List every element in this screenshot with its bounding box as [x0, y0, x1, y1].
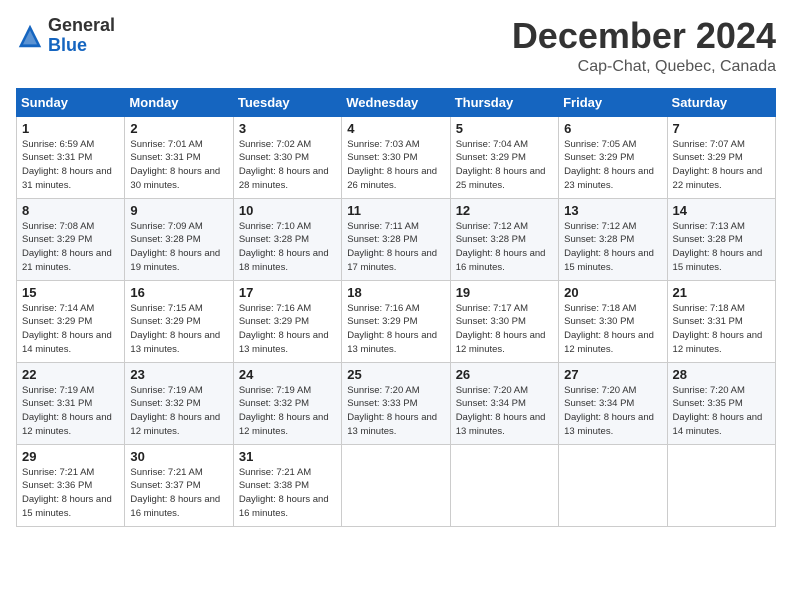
table-row: 16 Sunrise: 7:15 AM Sunset: 3:29 PM Dayl…	[125, 280, 233, 362]
table-row: 24 Sunrise: 7:19 AM Sunset: 3:32 PM Dayl…	[233, 362, 341, 444]
table-row: 3 Sunrise: 7:02 AM Sunset: 3:30 PM Dayli…	[233, 116, 341, 198]
table-row: 22 Sunrise: 7:19 AM Sunset: 3:31 PM Dayl…	[17, 362, 125, 444]
table-row: 11 Sunrise: 7:11 AM Sunset: 3:28 PM Dayl…	[342, 198, 450, 280]
col-tuesday: Tuesday	[233, 88, 341, 116]
table-row: 5 Sunrise: 7:04 AM Sunset: 3:29 PM Dayli…	[450, 116, 558, 198]
month-title: December 2024	[512, 16, 776, 56]
table-row: 15 Sunrise: 7:14 AM Sunset: 3:29 PM Dayl…	[17, 280, 125, 362]
page-header: General Blue December 2024 Cap-Chat, Que…	[16, 16, 776, 76]
table-row: 8 Sunrise: 7:08 AM Sunset: 3:29 PM Dayli…	[17, 198, 125, 280]
table-row: 2 Sunrise: 7:01 AM Sunset: 3:31 PM Dayli…	[125, 116, 233, 198]
table-row: 30 Sunrise: 7:21 AM Sunset: 3:37 PM Dayl…	[125, 444, 233, 526]
table-row: 7 Sunrise: 7:07 AM Sunset: 3:29 PM Dayli…	[667, 116, 775, 198]
empty-cell	[667, 444, 775, 526]
table-row: 25 Sunrise: 7:20 AM Sunset: 3:33 PM Dayl…	[342, 362, 450, 444]
col-saturday: Saturday	[667, 88, 775, 116]
table-row: 4 Sunrise: 7:03 AM Sunset: 3:30 PM Dayli…	[342, 116, 450, 198]
empty-cell	[342, 444, 450, 526]
logo-general-text: General	[48, 15, 115, 35]
table-row: 9 Sunrise: 7:09 AM Sunset: 3:28 PM Dayli…	[125, 198, 233, 280]
table-row: 10 Sunrise: 7:10 AM Sunset: 3:28 PM Dayl…	[233, 198, 341, 280]
col-thursday: Thursday	[450, 88, 558, 116]
col-sunday: Sunday	[17, 88, 125, 116]
table-row: 20 Sunrise: 7:18 AM Sunset: 3:30 PM Dayl…	[559, 280, 667, 362]
table-row: 18 Sunrise: 7:16 AM Sunset: 3:29 PM Dayl…	[342, 280, 450, 362]
table-row: 14 Sunrise: 7:13 AM Sunset: 3:28 PM Dayl…	[667, 198, 775, 280]
table-row: 27 Sunrise: 7:20 AM Sunset: 3:34 PM Dayl…	[559, 362, 667, 444]
col-monday: Monday	[125, 88, 233, 116]
empty-cell	[450, 444, 558, 526]
table-row: 29 Sunrise: 7:21 AM Sunset: 3:36 PM Dayl…	[17, 444, 125, 526]
table-row: 17 Sunrise: 7:16 AM Sunset: 3:29 PM Dayl…	[233, 280, 341, 362]
logo-icon	[16, 22, 44, 50]
table-row: 13 Sunrise: 7:12 AM Sunset: 3:28 PM Dayl…	[559, 198, 667, 280]
table-row: 6 Sunrise: 7:05 AM Sunset: 3:29 PM Dayli…	[559, 116, 667, 198]
logo-blue-text: Blue	[48, 35, 87, 55]
title-block: December 2024 Cap-Chat, Quebec, Canada	[512, 16, 776, 76]
table-row: 1 Sunrise: 6:59 AM Sunset: 3:31 PM Dayli…	[17, 116, 125, 198]
col-friday: Friday	[559, 88, 667, 116]
calendar-table: Sunday Monday Tuesday Wednesday Thursday…	[16, 88, 776, 527]
table-row: 26 Sunrise: 7:20 AM Sunset: 3:34 PM Dayl…	[450, 362, 558, 444]
table-row: 21 Sunrise: 7:18 AM Sunset: 3:31 PM Dayl…	[667, 280, 775, 362]
table-row: 31 Sunrise: 7:21 AM Sunset: 3:38 PM Dayl…	[233, 444, 341, 526]
table-row: 23 Sunrise: 7:19 AM Sunset: 3:32 PM Dayl…	[125, 362, 233, 444]
table-row: 19 Sunrise: 7:17 AM Sunset: 3:30 PM Dayl…	[450, 280, 558, 362]
col-wednesday: Wednesday	[342, 88, 450, 116]
table-row: 28 Sunrise: 7:20 AM Sunset: 3:35 PM Dayl…	[667, 362, 775, 444]
location-text: Cap-Chat, Quebec, Canada	[512, 58, 776, 76]
logo: General Blue	[16, 16, 115, 56]
table-row: 12 Sunrise: 7:12 AM Sunset: 3:28 PM Dayl…	[450, 198, 558, 280]
empty-cell	[559, 444, 667, 526]
